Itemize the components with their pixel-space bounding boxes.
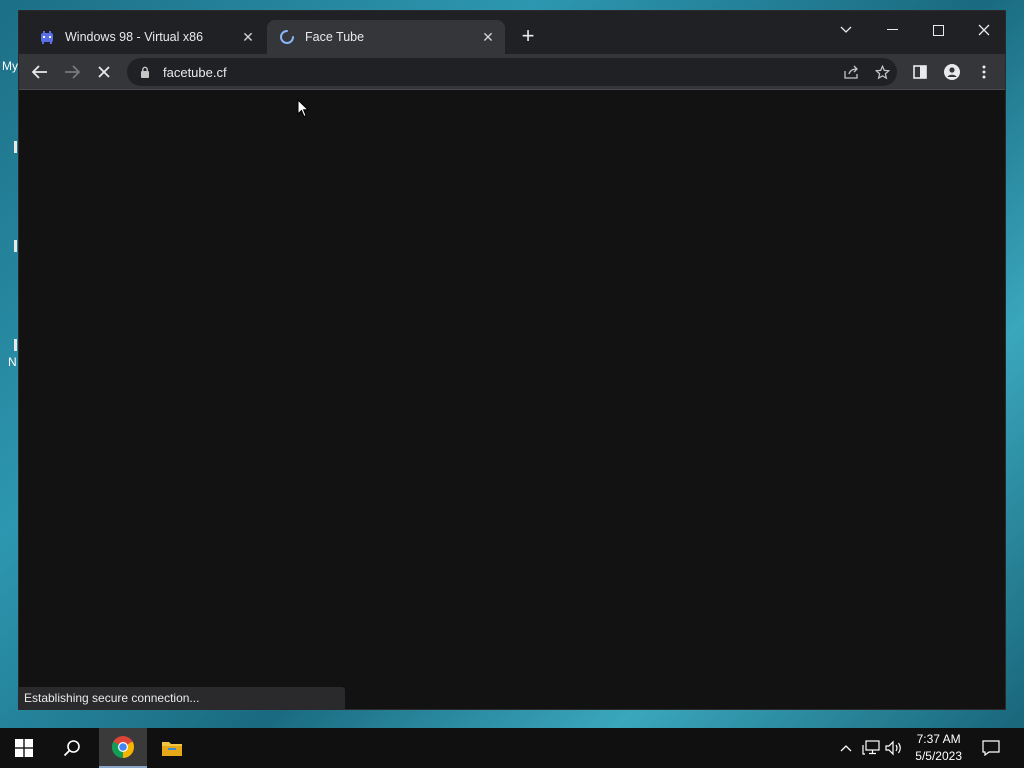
minimize-button[interactable] [869,15,915,45]
back-button[interactable] [25,57,55,87]
stop-loading-button[interactable] [89,57,119,87]
profile-button[interactable] [937,57,967,87]
volume-button[interactable] [884,738,904,758]
desktop-icon-label-n[interactable]: N [8,355,17,369]
tab-windows98[interactable]: Windows 98 - Virtual x86 ✕ [27,20,265,54]
folder-icon [162,742,182,756]
tab-strip: Windows 98 - Virtual x86 ✕ Face Tube ✕ + [19,11,1005,54]
network-icon [862,740,880,755]
chevron-up-icon [840,745,852,752]
windows-logo-icon [15,739,33,757]
side-panel-icon [913,65,927,79]
tab-title: Windows 98 - Virtual x86 [65,30,204,44]
taskbar-chrome[interactable] [99,728,147,768]
tab-close-icon[interactable]: ✕ [237,29,259,46]
maximize-icon [932,24,944,36]
start-button[interactable] [0,728,48,768]
search-button[interactable] [48,728,96,768]
tab-title: Face Tube [305,30,365,44]
maximize-button[interactable] [915,15,961,45]
desktop-icon-fragment [14,339,17,351]
desktop-icon-fragment [14,240,17,252]
loading-spinner-icon [280,30,294,44]
browser-toolbar: facetube.cf [19,54,1005,90]
tab-close-icon[interactable]: ✕ [477,29,499,46]
arrow-right-icon [65,65,80,79]
bookmark-button[interactable] [867,58,897,86]
taskbar: 7:37 AM 5/5/2023 [0,728,1024,768]
side-panel-button[interactable] [905,57,935,87]
chevron-down-icon [840,26,852,33]
menu-button[interactable] [969,57,999,87]
notifications-button[interactable] [981,738,1001,758]
status-bubble: Establishing secure connection... [19,687,345,709]
notification-icon [982,740,1000,756]
network-button[interactable] [861,738,881,758]
clock-date: 5/5/2023 [915,749,962,763]
chrome-icon [112,736,134,758]
url-text[interactable]: facetube.cf [163,65,837,80]
close-window-button[interactable] [961,15,1007,45]
kebab-menu-icon [982,65,986,79]
person-icon [944,64,960,80]
arrow-left-icon [32,65,47,79]
page-viewport[interactable]: Establishing secure connection... [19,91,1005,709]
lock-icon[interactable] [137,66,153,78]
desktop-icon-label-my[interactable]: My [2,59,18,73]
tab-facetube[interactable]: Face Tube ✕ [267,20,505,54]
address-bar[interactable]: facetube.cf [127,58,897,86]
share-icon [844,65,858,79]
close-icon [978,24,990,36]
new-tab-button[interactable]: + [515,23,541,49]
forward-button[interactable] [57,57,87,87]
share-button[interactable] [837,58,867,86]
desktop-icon-fragment [14,141,17,153]
mouse-cursor-icon [297,99,309,118]
pixel-monster-icon [41,31,53,44]
system-clock[interactable]: 7:37 AM 5/5/2023 [915,731,962,765]
show-hidden-icons-button[interactable] [836,738,856,758]
minimize-icon [886,29,898,30]
taskbar-file-explorer[interactable] [148,728,196,768]
search-icon [63,740,80,757]
star-icon [874,64,890,79]
tab-search-button[interactable] [823,15,869,45]
clock-time: 7:37 AM [916,732,961,746]
stop-x-icon [98,66,110,78]
browser-window: Windows 98 - Virtual x86 ✕ Face Tube ✕ + [18,10,1006,710]
speaker-icon [885,740,901,756]
